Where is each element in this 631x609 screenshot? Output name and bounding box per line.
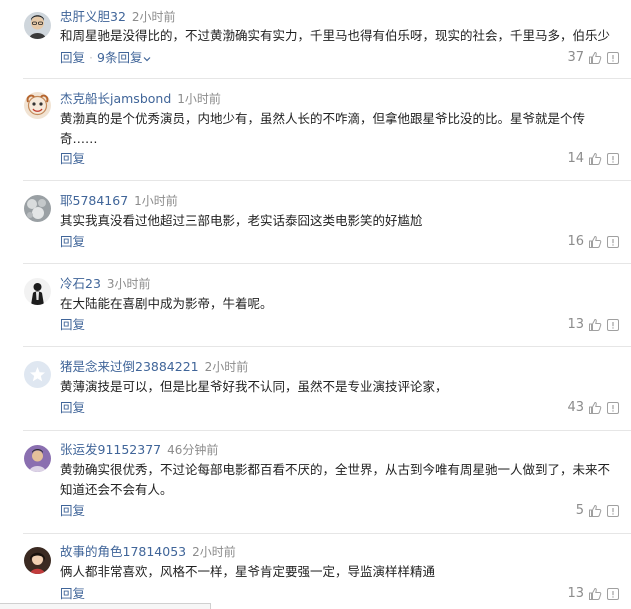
comment-header: 耶5784167 1小时前 [60,192,178,209]
divider [23,533,631,534]
comment-actions: 回复 · 9条回复 [60,50,151,66]
comment-time: 2小时前 [192,545,236,559]
reply-button[interactable]: 回复 [60,586,85,601]
reply-button[interactable]: 回复 [60,151,85,166]
comment-tools: 37 [567,50,620,66]
comment-header: 冷石23 3小时前 [60,275,151,292]
avatar-portrait-purple [24,445,51,472]
chevron-down-icon [144,56,151,61]
comment-text: 俩人都非常喜欢，风格不一样，星爷肯定要强一定，导监演样样精通 [60,564,436,579]
comment-time: 1小时前 [134,194,178,208]
avatar-default-star [24,361,51,388]
avatar-gray-photo [24,195,51,222]
username-link[interactable]: 冷石23 [60,276,101,291]
reply-button[interactable]: 回复 [60,400,85,415]
user-avatar[interactable] [24,278,51,305]
like-count: 13 [567,586,584,601]
comment-text: 在大陆能在喜剧中成为影帝，牛着呢。 [60,296,273,311]
reply-button[interactable]: 回复 [60,503,85,518]
comment-actions: 回复 [60,151,85,167]
warning-icon[interactable] [606,587,620,601]
user-avatar[interactable] [24,547,51,574]
comment-header: 张运发91152377 46分钟前 [60,441,218,458]
avatar-dark-figure [24,278,51,305]
comment-time: 2小时前 [204,360,249,374]
comment-tools: 5 [576,503,620,519]
comment-actions: 回复 [60,234,85,250]
divider [23,78,631,79]
like-count: 13 [567,317,584,332]
comment-tools: 13 [567,586,620,602]
warning-icon[interactable] [606,318,620,332]
thumbs-up-icon[interactable] [588,504,602,518]
like-count: 14 [567,151,584,166]
comment-text: 其实我真没看过他超过三部电影，老实话泰囧这类电影笑的好尴尬 [60,213,423,228]
warning-icon[interactable] [606,51,620,65]
user-avatar[interactable] [24,12,51,39]
avatar-man-glasses [24,12,51,39]
comment-tools: 14 [567,151,620,167]
username-link[interactable]: 张运发91152377 [60,442,161,457]
divider [23,180,631,181]
reply-button[interactable]: 回复 [60,234,85,249]
username-link[interactable]: 耶5784167 [60,193,128,208]
comment-tools: 13 [567,317,620,333]
user-avatar[interactable] [24,361,51,388]
like-count: 16 [567,234,584,249]
warning-icon[interactable] [606,152,620,166]
username-link[interactable]: 猪是念来过倒23884221 [60,359,199,374]
comment-feed: 忠肝义胆32 2小时前 和周星驰是没得比的，不过黄渤确实有实力，千里马也得有伯乐… [0,0,631,609]
thumbs-up-icon[interactable] [588,51,602,65]
reply-button[interactable]: 回复 [60,50,85,65]
divider [23,346,631,347]
comment-time: 3小时前 [106,277,151,291]
divider [23,430,631,431]
comment-text: 黄勃确实很优秀，不过论每部电影都百看不厌的，全世界，从古到今唯有周星驰一人做到了… [60,462,611,497]
divider [23,263,631,264]
username-link[interactable]: 杰克船长jamsbond [60,91,171,106]
comment-actions: 回复 [60,503,85,519]
avatar-cartoon-face [24,92,51,119]
thumbs-up-icon[interactable] [588,587,602,601]
like-count: 37 [567,50,584,65]
thumbs-up-icon[interactable] [588,401,602,415]
username-link[interactable]: 忠肝义胆32 [60,9,126,24]
comment-text: 黄渤真的是个优秀演员，内地少有，虽然人长的不咋滴，但拿他跟星爷比没的比。星爷就是… [60,111,586,146]
thumbs-up-icon[interactable] [588,318,602,332]
like-count: 43 [567,400,584,415]
comment-actions: 回复 [60,586,85,602]
comment-time: 46分钟前 [167,443,219,457]
comment-header: 杰克船长jamsbond 1小时前 [60,90,221,107]
warning-icon[interactable] [606,401,620,415]
username-link[interactable]: 故事的角色17814053 [60,544,186,559]
thumbs-up-icon[interactable] [588,235,602,249]
comment-tools: 16 [567,234,620,250]
warning-icon[interactable] [606,504,620,518]
horizontal-scrollbar[interactable] [0,603,211,609]
avatar-girl-dark-hair [24,547,51,574]
user-avatar[interactable] [24,92,51,119]
reply-button[interactable]: 回复 [60,317,85,332]
view-replies-button[interactable]: 9条回复 [97,50,151,65]
warning-icon[interactable] [606,235,620,249]
like-count: 5 [575,503,584,518]
comment-text: 和周星驰是没得比的，不过黄渤确实有实力，千里马也得有伯乐呀，现实的社会，千里马多… [60,28,611,43]
replies-label: 9条回复 [97,50,143,65]
comment-time: 2小时前 [131,10,176,24]
comment-text: 黄薄演技是可以，但是比星爷好我不认同，虽然不是专业演技评论家， [60,379,448,394]
comment-header: 忠肝义胆32 2小时前 [60,8,176,25]
user-avatar[interactable] [24,445,51,472]
comment-tools: 43 [567,400,620,416]
comment-actions: 回复 [60,317,85,333]
comment-actions: 回复 [60,400,85,416]
comment-header: 猪是念来过倒23884221 2小时前 [60,358,248,375]
thumbs-up-icon[interactable] [588,152,602,166]
comment-header: 故事的角色17814053 2小时前 [60,543,236,560]
comment-time: 1小时前 [177,92,221,106]
separator-dot: · [89,50,93,65]
user-avatar[interactable] [24,195,51,222]
